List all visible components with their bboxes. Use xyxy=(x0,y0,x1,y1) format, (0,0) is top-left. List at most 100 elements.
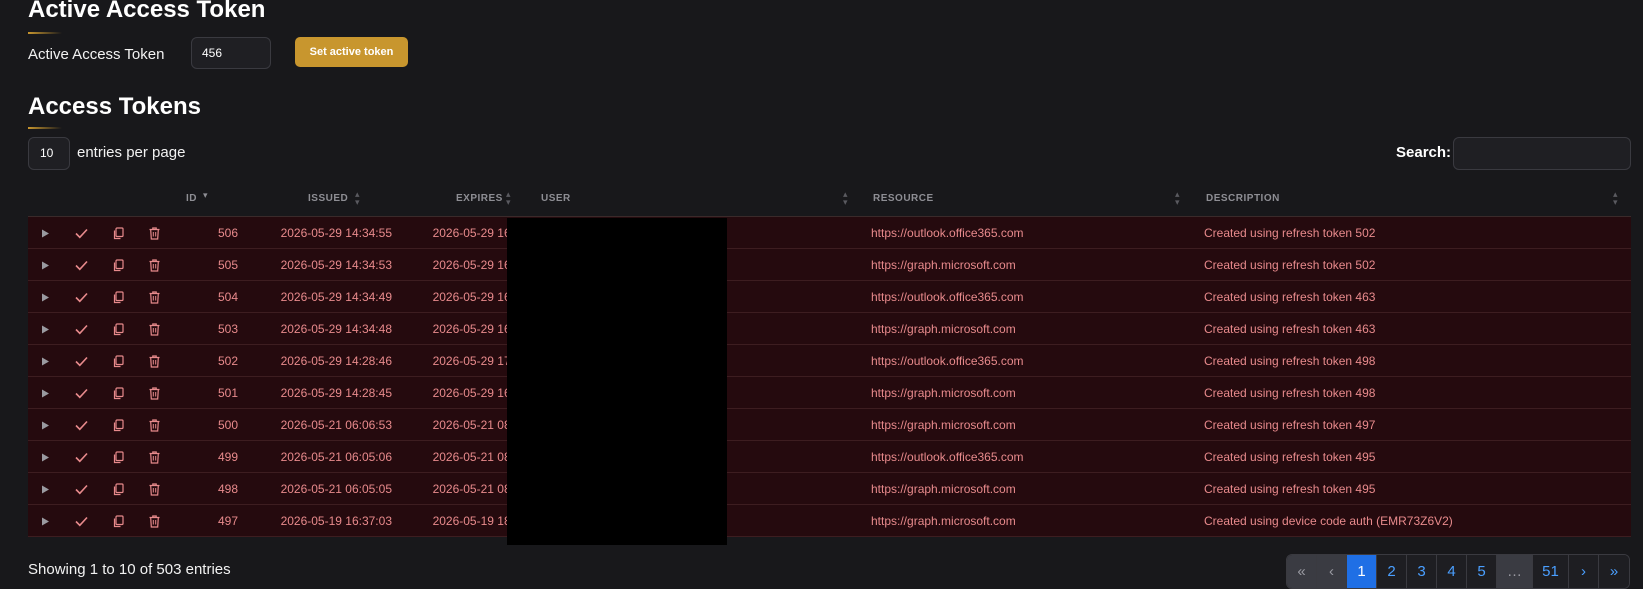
trash-icon[interactable] xyxy=(144,409,164,441)
expand-icon[interactable] xyxy=(35,377,55,409)
page-button-4[interactable]: 4 xyxy=(1437,555,1467,588)
cell-id: 505 xyxy=(217,258,238,272)
expand-icon[interactable] xyxy=(35,281,55,313)
header-user[interactable]: USER xyxy=(541,193,571,204)
table-row[interactable]: 504 2026-05-29 14:34:49 2026-05-29 16:45:3… xyxy=(28,281,1631,313)
cell-id: 500 xyxy=(217,418,238,432)
copy-icon[interactable] xyxy=(108,217,128,249)
check-icon[interactable] xyxy=(71,281,91,313)
sort-icon: ▴ ▾ xyxy=(843,189,848,207)
cell-issued: 2026-05-21 06:06:53 xyxy=(280,418,392,432)
page-button-1[interactable]: 1 xyxy=(1347,555,1377,588)
expand-icon[interactable] xyxy=(35,217,55,249)
trash-icon[interactable] xyxy=(144,281,164,313)
page-button-2[interactable]: 2 xyxy=(1377,555,1407,588)
table-row[interactable]: 506 2026-05-29 14:34:55 2026-05-29 16:54:1… xyxy=(28,217,1631,249)
access-tokens-title: Access Tokens xyxy=(28,93,201,120)
cell-id: 502 xyxy=(217,354,238,368)
trash-icon[interactable] xyxy=(144,473,164,505)
cell-description: Created using device code auth (EMR73Z6V… xyxy=(1204,514,1453,528)
cell-issued: 2026-05-29 14:34:49 xyxy=(280,290,392,304)
copy-icon[interactable] xyxy=(108,441,128,473)
table-row[interactable]: 502 2026-05-29 14:28:46 2026-05-29 17:00:4… xyxy=(28,345,1631,377)
copy-icon[interactable] xyxy=(108,505,128,537)
cell-description: Created using refresh token 502 xyxy=(1204,226,1376,240)
expand-icon[interactable] xyxy=(35,505,55,537)
copy-icon[interactable] xyxy=(108,249,128,281)
copy-icon[interactable] xyxy=(108,345,128,377)
expand-icon[interactable] xyxy=(35,441,55,473)
header-id[interactable]: ID xyxy=(186,193,197,204)
page-button-51[interactable]: 51 xyxy=(1533,555,1569,588)
cell-resource: https://outlook.office365.com xyxy=(871,226,1024,240)
header-expires[interactable]: EXPIRES xyxy=(456,193,503,204)
header-description[interactable]: DESCRIPTION xyxy=(1206,193,1280,204)
cell-issued: 2026-05-29 14:28:46 xyxy=(280,354,392,368)
check-icon[interactable] xyxy=(71,313,91,345)
search-input[interactable] xyxy=(1453,137,1631,170)
expand-icon[interactable] xyxy=(35,313,55,345)
cell-description: Created using refresh token 497 xyxy=(1204,418,1376,432)
redacted-user-block xyxy=(507,218,727,545)
cell-issued: 2026-05-29 14:34:48 xyxy=(280,322,392,336)
copy-icon[interactable] xyxy=(108,281,128,313)
pagination-ellipsis: … xyxy=(1497,555,1533,588)
check-icon[interactable] xyxy=(71,441,91,473)
cell-id: 503 xyxy=(217,322,238,336)
cell-id: 499 xyxy=(217,450,238,464)
trash-icon[interactable] xyxy=(144,249,164,281)
page-button-5[interactable]: 5 xyxy=(1467,555,1497,588)
header-issued[interactable]: ISSUED xyxy=(308,193,348,204)
cell-resource: https://outlook.office365.com xyxy=(871,290,1024,304)
cell-resource: https://outlook.office365.com xyxy=(871,450,1024,464)
table-row[interactable]: 497 2026-05-19 16:37:03 2026-05-19 18:49:0… xyxy=(28,505,1631,537)
table-row[interactable]: 501 2026-05-29 14:28:45 2026-05-29 16:59:5… xyxy=(28,377,1631,409)
copy-icon[interactable] xyxy=(108,409,128,441)
trash-icon[interactable] xyxy=(144,505,164,537)
header-resource[interactable]: RESOURCE xyxy=(873,193,934,204)
table-row[interactable]: 498 2026-05-21 06:05:05 2026-05-21 08:39:5… xyxy=(28,473,1631,505)
table-row[interactable]: 505 2026-05-29 14:34:53 2026-05-29 16:44:5… xyxy=(28,249,1631,281)
last-page-button[interactable]: » xyxy=(1599,555,1629,588)
check-icon[interactable] xyxy=(71,505,91,537)
table-row[interactable]: 503 2026-05-29 14:34:48 2026-05-29 16:58:2… xyxy=(28,313,1631,345)
first-page-button[interactable]: « xyxy=(1287,555,1317,588)
check-icon[interactable] xyxy=(71,409,91,441)
trash-icon[interactable] xyxy=(144,313,164,345)
prev-page-button[interactable]: ‹ xyxy=(1317,555,1347,588)
check-icon[interactable] xyxy=(71,345,91,377)
cell-issued: 2026-05-21 06:05:06 xyxy=(280,450,392,464)
title-underline xyxy=(28,32,62,34)
table-row[interactable]: 499 2026-05-21 06:05:06 2026-05-21 08:37:4… xyxy=(28,441,1631,473)
copy-icon[interactable] xyxy=(108,313,128,345)
trash-icon[interactable] xyxy=(144,441,164,473)
check-icon[interactable] xyxy=(71,249,91,281)
copy-icon[interactable] xyxy=(108,473,128,505)
cell-id: 501 xyxy=(217,386,238,400)
table-row[interactable]: 500 2026-05-21 06:06:53 2026-05-21 08:20:2… xyxy=(28,409,1631,441)
expand-icon[interactable] xyxy=(35,345,55,377)
page-button-3[interactable]: 3 xyxy=(1407,555,1437,588)
sort-icon: ▴ ▾ xyxy=(506,189,511,207)
entries-per-page-select[interactable]: 10 xyxy=(28,137,70,170)
cell-resource: https://graph.microsoft.com xyxy=(871,514,1016,528)
check-icon[interactable] xyxy=(71,217,91,249)
cell-issued: 2026-05-29 14:34:55 xyxy=(280,226,392,240)
copy-icon[interactable] xyxy=(108,377,128,409)
active-token-title: Active Access Token xyxy=(28,0,266,23)
next-page-button[interactable]: › xyxy=(1569,555,1599,588)
title-underline xyxy=(28,127,62,129)
entries-per-page-label: entries per page xyxy=(77,144,186,161)
check-icon[interactable] xyxy=(71,377,91,409)
expand-icon[interactable] xyxy=(35,249,55,281)
expand-icon[interactable] xyxy=(35,409,55,441)
trash-icon[interactable] xyxy=(144,217,164,249)
check-icon[interactable] xyxy=(71,473,91,505)
active-token-input[interactable] xyxy=(191,37,271,69)
cell-description: Created using refresh token 463 xyxy=(1204,290,1376,304)
trash-icon[interactable] xyxy=(144,377,164,409)
trash-icon[interactable] xyxy=(144,345,164,377)
sort-icon: ▴ ▾ xyxy=(355,189,360,207)
set-active-token-button[interactable]: Set active token xyxy=(295,37,408,67)
expand-icon[interactable] xyxy=(35,473,55,505)
